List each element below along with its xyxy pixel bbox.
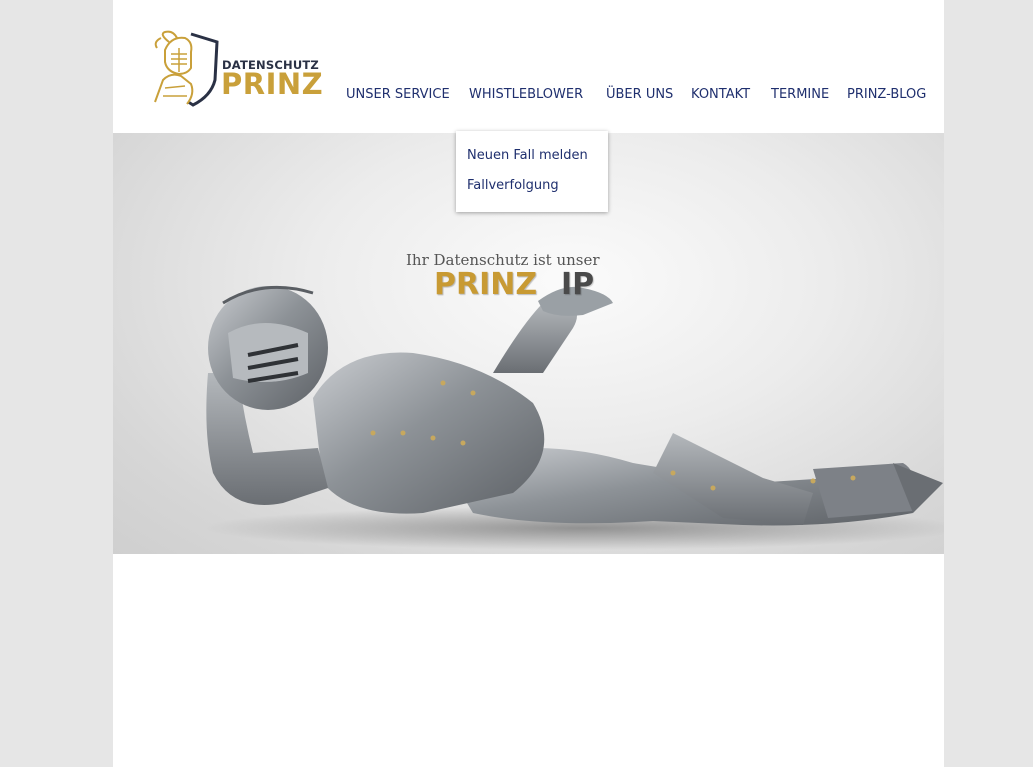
site-logo[interactable]: DATENSCHUTZ PRINZ: [151, 28, 324, 108]
hero-prinz-text: PRINZ: [434, 267, 538, 302]
site-header: DATENSCHUTZ PRINZ UNSER SERVICE WHISTLEB…: [113, 0, 944, 133]
nav-item-termine[interactable]: TERMINE: [771, 87, 829, 102]
nav-item-ueber-uns[interactable]: ÜBER UNS: [606, 87, 673, 102]
hero-ip-text: IP: [561, 267, 595, 302]
nav-item-prinz-blog[interactable]: PRINZ-BLOG: [847, 87, 926, 102]
whistleblower-dropdown: Neuen Fall melden Fallverfolgung: [456, 131, 608, 212]
page-container: DATENSCHUTZ PRINZ UNSER SERVICE WHISTLEB…: [113, 0, 944, 767]
knight-shield-icon: [154, 30, 219, 107]
nav-item-kontakt[interactable]: KONTAKT: [691, 87, 750, 102]
nav-item-whistleblower[interactable]: WHISTLEBLOWER: [469, 87, 583, 102]
nav-item-unser-service[interactable]: UNSER SERVICE: [346, 87, 450, 102]
dropdown-item-neuen-fall-melden[interactable]: Neuen Fall melden: [467, 148, 588, 163]
dropdown-item-fallverfolgung[interactable]: Fallverfolgung: [467, 178, 559, 193]
logo-big-text: PRINZ: [221, 67, 324, 101]
